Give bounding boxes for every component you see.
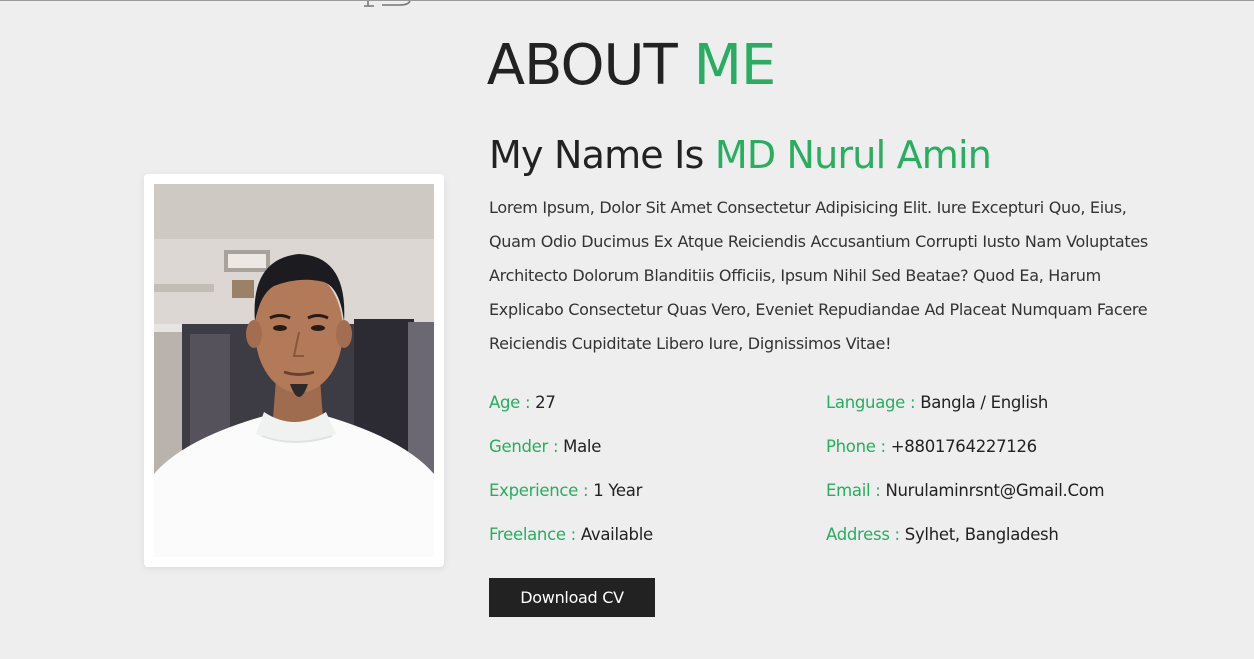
- profile-photo: [154, 184, 434, 557]
- personal-info: Age : 27 Gender : Male Experience : 1 Ye…: [489, 386, 1169, 562]
- info-language-value: Bangla / English: [920, 393, 1049, 412]
- info-address-value: Sylhet, Bangladesh: [904, 525, 1059, 544]
- info-age: Age : 27: [489, 386, 556, 420]
- info-experience: Experience : 1 Year: [489, 474, 642, 508]
- about-section: ABOUT ME My Name Is MD Nurul Amin Lorem …: [0, 0, 1254, 659]
- info-age-label: Age :: [489, 393, 531, 412]
- info-freelance-value: Available: [580, 525, 653, 544]
- info-email-label: Email :: [826, 481, 881, 500]
- info-phone: Phone : +8801764227126: [826, 430, 1037, 464]
- info-experience-value: 1 Year: [593, 481, 643, 500]
- info-age-value: 27: [535, 393, 556, 412]
- info-email: Email : Nurulaminrsnt@Gmail.Com: [826, 474, 1105, 508]
- intro-heading: My Name Is MD Nurul Amin: [489, 129, 992, 181]
- info-language: Language : Bangla / English: [826, 386, 1048, 420]
- info-experience-label: Experience :: [489, 481, 589, 500]
- header-fragment: [364, 1, 411, 7]
- section-title: ABOUT ME: [0, 31, 1254, 101]
- section-title-prefix: ABOUT: [486, 33, 678, 98]
- info-phone-label: Phone :: [826, 437, 886, 456]
- info-gender: Gender : Male: [489, 430, 601, 464]
- download-cv-button[interactable]: Download CV: [489, 578, 655, 617]
- info-address-label: Address :: [826, 525, 900, 544]
- section-title-accent: ME: [693, 33, 777, 98]
- profile-photo-card: [144, 174, 444, 567]
- info-language-label: Language :: [826, 393, 916, 412]
- info-email-value: Nurulaminrsnt@Gmail.Com: [885, 481, 1105, 500]
- info-phone-value: +8801764227126: [890, 437, 1037, 456]
- info-freelance-label: Freelance :: [489, 525, 576, 544]
- person-name: MD Nurul Amin: [714, 133, 992, 177]
- info-gender-label: Gender :: [489, 437, 559, 456]
- info-address: Address : Sylhet, Bangladesh: [826, 518, 1059, 552]
- info-freelance: Freelance : Available: [489, 518, 653, 552]
- info-gender-value: Male: [563, 437, 602, 456]
- intro-prefix: My Name Is: [489, 133, 704, 177]
- bio-text: Lorem Ipsum, Dolor Sit Amet Consectetur …: [489, 198, 1148, 353]
- profile-photo-image: [154, 184, 434, 557]
